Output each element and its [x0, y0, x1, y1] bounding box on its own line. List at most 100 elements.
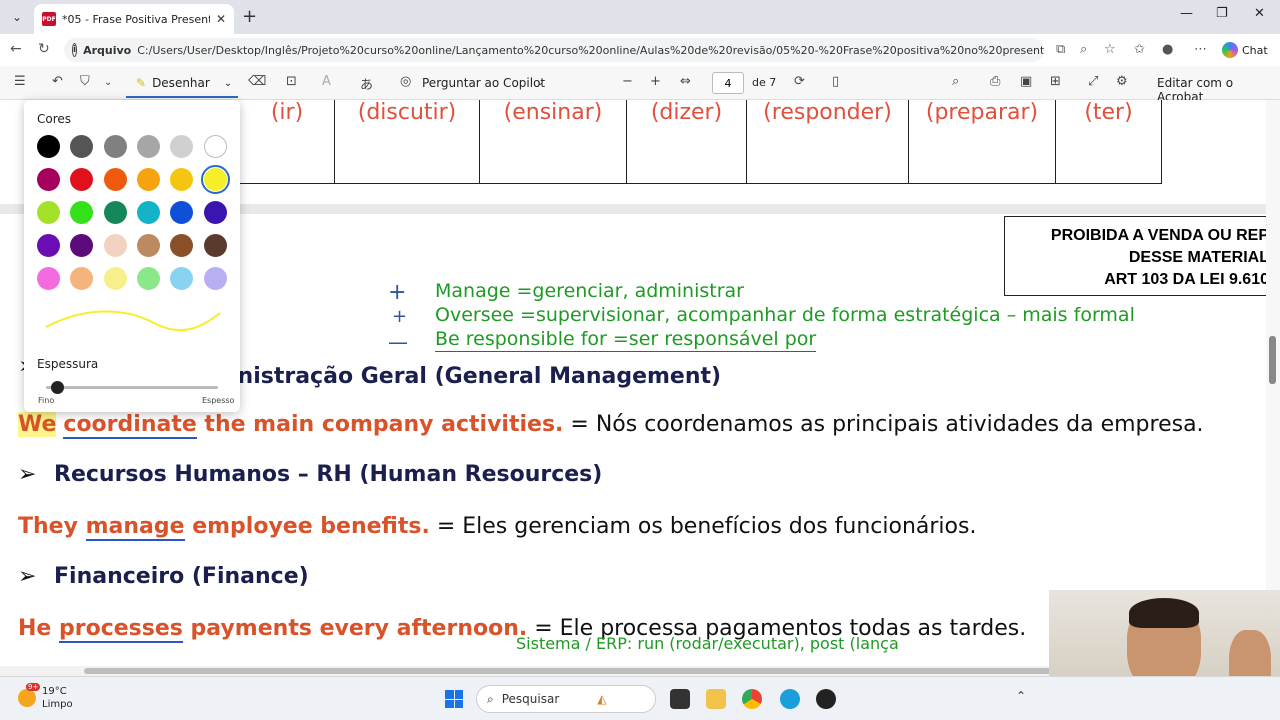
copilot-chevron-icon[interactable]: ⌄ [536, 77, 544, 88]
color-swatch[interactable] [103, 168, 127, 191]
thickness-slider[interactable] [46, 381, 218, 394]
color-swatch[interactable] [37, 201, 60, 224]
taskview-icon[interactable] [670, 689, 690, 709]
page-view-icon[interactable]: ▯ [832, 74, 839, 89]
color-swatch[interactable] [203, 234, 227, 257]
color-swatch[interactable] [170, 234, 194, 257]
color-swatch[interactable] [103, 201, 127, 224]
color-swatch[interactable] [37, 234, 60, 257]
weather-widget[interactable]: 9+ 19°C Limpo [18, 683, 73, 711]
color-swatch[interactable] [103, 135, 127, 158]
color-swatch[interactable] [70, 168, 94, 191]
back-icon[interactable]: ← [10, 41, 22, 57]
scroll-thumb[interactable] [1269, 336, 1276, 384]
color-swatch[interactable] [37, 135, 60, 158]
maximize-icon[interactable]: ❐ [1216, 6, 1228, 21]
info-icon[interactable]: i [72, 43, 78, 57]
window-close-icon[interactable]: ✕ [1254, 6, 1265, 21]
color-swatch[interactable] [136, 168, 160, 191]
zoom-out-icon[interactable]: − [622, 74, 633, 89]
color-swatch[interactable] [136, 267, 160, 290]
favorite-star-icon[interactable]: ☆ [1104, 42, 1116, 57]
new-tab-icon[interactable]: + [242, 6, 257, 27]
highlight-icon[interactable]: ⛉ [80, 74, 90, 89]
draw-chevron-icon[interactable]: ⌄ [224, 78, 232, 89]
annotation-minus-mark: — [388, 330, 408, 354]
address-field[interactable]: i Arquivo C:/Users/User/Desktop/Inglês/P… [64, 38, 1044, 62]
app-icon[interactable] [816, 689, 836, 709]
more-icon[interactable]: ⋯ [1194, 42, 1207, 57]
text-box-icon[interactable]: ⊡ [286, 74, 297, 89]
save-as-icon[interactable]: ⊞ [1050, 74, 1061, 89]
verb-cell: (discutir) [335, 100, 480, 184]
person-hair [1129, 598, 1199, 628]
eraser-icon[interactable]: ⌫ [248, 74, 266, 89]
sentence-they-manage: They manage employee benefits. = Eles ge… [18, 514, 977, 541]
undo-icon[interactable]: ↶ [52, 74, 63, 89]
chrome-icon[interactable] [742, 689, 762, 709]
contents-icon[interactable]: ☰ [14, 74, 26, 89]
reload-icon[interactable]: ↻ [38, 41, 50, 57]
color-swatch[interactable] [37, 168, 60, 191]
file-explorer-icon[interactable] [706, 689, 726, 709]
color-swatch[interactable] [200, 165, 230, 194]
profile-avatar-icon[interactable]: ● [1162, 42, 1173, 57]
note-oversee: Oversee =supervisionar, acompanhar de fo… [435, 304, 1135, 326]
color-swatch[interactable] [136, 201, 160, 224]
fit-width-icon[interactable]: ⇔ [680, 74, 691, 89]
color-swatch[interactable] [170, 201, 194, 224]
color-swatch[interactable] [37, 267, 60, 290]
favorites-icon[interactable]: ✩ [1134, 42, 1145, 57]
vertical-scrollbar[interactable] [1266, 100, 1280, 666]
color-swatch[interactable] [70, 135, 94, 158]
page-number-input[interactable]: 4 [712, 72, 744, 94]
minimize-icon[interactable]: — [1180, 6, 1193, 21]
color-swatch[interactable] [136, 234, 160, 257]
chevron-up-icon[interactable]: ⌃ [1016, 689, 1036, 709]
zoom-icon[interactable]: ⌕ [1080, 42, 1087, 57]
tab-search-chevron-icon[interactable]: ⌄ [6, 6, 28, 28]
bullet-arrow-icon: ➢ [18, 564, 37, 589]
color-swatch[interactable] [203, 267, 227, 290]
highlight-chevron-icon[interactable]: ⌄ [104, 77, 112, 88]
color-swatch[interactable] [70, 234, 94, 257]
print-icon[interactable]: ⎙ [990, 74, 1000, 89]
zoom-in-icon[interactable]: + [650, 74, 661, 89]
erp-note: Sistema / ERP: run (rodar/executar), pos… [516, 634, 899, 653]
draw-button[interactable]: ✎ Desenhar ⌄ [126, 70, 238, 98]
color-swatch[interactable] [136, 135, 160, 158]
reader-icon[interactable]: ⧉ [1056, 42, 1065, 57]
weather-text: 19°C Limpo [42, 685, 73, 711]
copyright-notice: PROIBIDA A VENDA OU REP DESSE MATERIAL A… [1004, 216, 1266, 296]
copilot-ask-icon[interactable]: ◎ [400, 74, 411, 89]
edge-icon[interactable] [780, 689, 800, 709]
ask-copilot-label[interactable]: Perguntar ao Copilot [422, 76, 545, 90]
slider-knob[interactable] [51, 381, 65, 394]
color-swatch[interactable] [103, 267, 127, 290]
fullscreen-icon[interactable]: ⤢ [1088, 74, 1098, 89]
close-icon[interactable]: ✕ [216, 12, 226, 26]
color-swatch[interactable] [170, 135, 194, 158]
color-swatch[interactable] [170, 168, 194, 191]
verb-coordinate: coordinate [63, 412, 197, 439]
settings-gear-icon[interactable]: ⚙ [1116, 74, 1128, 89]
color-swatch[interactable] [203, 135, 227, 158]
save-icon[interactable]: ▣ [1020, 74, 1032, 89]
color-swatch[interactable] [70, 201, 94, 224]
tab-pdf-document[interactable]: PDF *05 - Frase Positiva Presente - 1ª P… [34, 4, 234, 34]
color-swatch[interactable] [103, 234, 127, 257]
read-aloud-icon[interactable]: A [322, 74, 331, 89]
copilot-chat-button[interactable]: Chat [1222, 38, 1268, 62]
color-swatch[interactable] [70, 267, 94, 290]
search-icon[interactable]: ⌕ [952, 74, 959, 89]
translate-icon[interactable]: あ [360, 74, 373, 93]
color-swatch[interactable] [203, 201, 227, 224]
note-manage: Manage =gerenciar, administrar [435, 280, 744, 302]
translation: = Eles gerenciam os benefícios dos funci… [429, 514, 977, 539]
pen-icon: ✎ [136, 76, 147, 90]
rotate-icon[interactable]: ⟳ [794, 74, 805, 89]
color-swatch[interactable] [170, 267, 194, 290]
scroll-thumb[interactable] [84, 668, 1084, 674]
taskbar-search[interactable]: ⌕ Pesquisar ◭ [476, 685, 656, 713]
start-windows-icon[interactable] [445, 690, 463, 708]
